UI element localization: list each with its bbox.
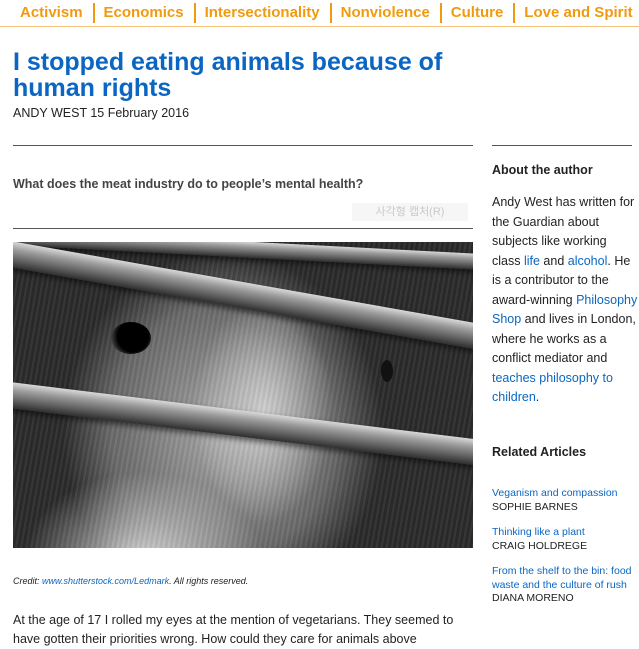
cow-eye-far bbox=[381, 360, 393, 382]
nav-item-love-and-spirit[interactable]: Love and Spirit bbox=[515, 3, 639, 23]
bio-link-life[interactable]: life bbox=[524, 254, 540, 268]
bio-link-alcohol[interactable]: alcohol bbox=[568, 254, 608, 268]
article-date: 15 February 2016 bbox=[90, 106, 190, 120]
cow-eye bbox=[111, 322, 151, 354]
bio-text: . bbox=[535, 390, 540, 404]
about-author-heading: About the author bbox=[492, 163, 593, 177]
related-article: From the shelf to the bin: food waste an… bbox=[492, 565, 638, 605]
nav-item-economics[interactable]: Economics bbox=[95, 3, 196, 23]
related-articles-heading: Related Articles bbox=[492, 445, 587, 459]
divider-bottom bbox=[13, 228, 473, 229]
nav-item-intersectionality[interactable]: Intersectionality bbox=[196, 3, 332, 23]
article-paragraph: At the age of 17 I rolled my eyes at the… bbox=[13, 613, 454, 646]
divider-top bbox=[13, 145, 473, 146]
bio-link-teaches[interactable]: teaches philosophy to children bbox=[492, 371, 613, 405]
bio-text: and bbox=[539, 253, 568, 268]
article-photo-cow-behind-bars bbox=[13, 242, 473, 548]
credit-link[interactable]: www.shutterstock.com/Ledmark bbox=[42, 576, 169, 586]
related-article-author: SOPHIE BARNES bbox=[492, 500, 578, 513]
nav-divider bbox=[0, 26, 639, 27]
article-standfirst: What does the meat industry do to people… bbox=[13, 177, 364, 191]
nav-item-nonviolence[interactable]: Nonviolence bbox=[332, 3, 442, 23]
nav-item-activism[interactable]: Activism bbox=[0, 3, 95, 23]
related-article-author: CRAIG HOLDREGE bbox=[492, 539, 588, 552]
author-bio: Andy West has written for the Guardian a… bbox=[492, 193, 638, 408]
article-title: I stopped eating animals because of huma… bbox=[13, 48, 443, 102]
related-article-link[interactable]: Thinking like a plant bbox=[492, 526, 638, 540]
article-author: ANDY WEST bbox=[13, 106, 87, 120]
related-article: Veganism and compassion SOPHIE BARNES bbox=[492, 487, 638, 514]
nav-item-culture[interactable]: Culture bbox=[442, 3, 516, 23]
related-article-author: DIANA MORENO bbox=[492, 592, 574, 604]
credit-prefix: Credit: bbox=[13, 576, 40, 586]
photo-credit: Credit: www.shutterstock.com/Ledmark. Al… bbox=[13, 576, 248, 586]
related-article-link[interactable]: From the shelf to the bin: food waste an… bbox=[492, 565, 638, 592]
sidebar-divider bbox=[492, 145, 632, 146]
top-navigation: Activism Economics Intersectionality Non… bbox=[0, 0, 639, 26]
article-byline: ANDY WEST 15 February 2016 bbox=[13, 106, 189, 120]
credit-suffix: . All rights reserved. bbox=[169, 576, 249, 586]
screen-capture-overlay[interactable]: 사각형 캡처(R) bbox=[352, 203, 468, 221]
related-article: Thinking like a plant CRAIG HOLDREGE bbox=[492, 526, 638, 553]
related-article-link[interactable]: Veganism and compassion bbox=[492, 487, 638, 501]
